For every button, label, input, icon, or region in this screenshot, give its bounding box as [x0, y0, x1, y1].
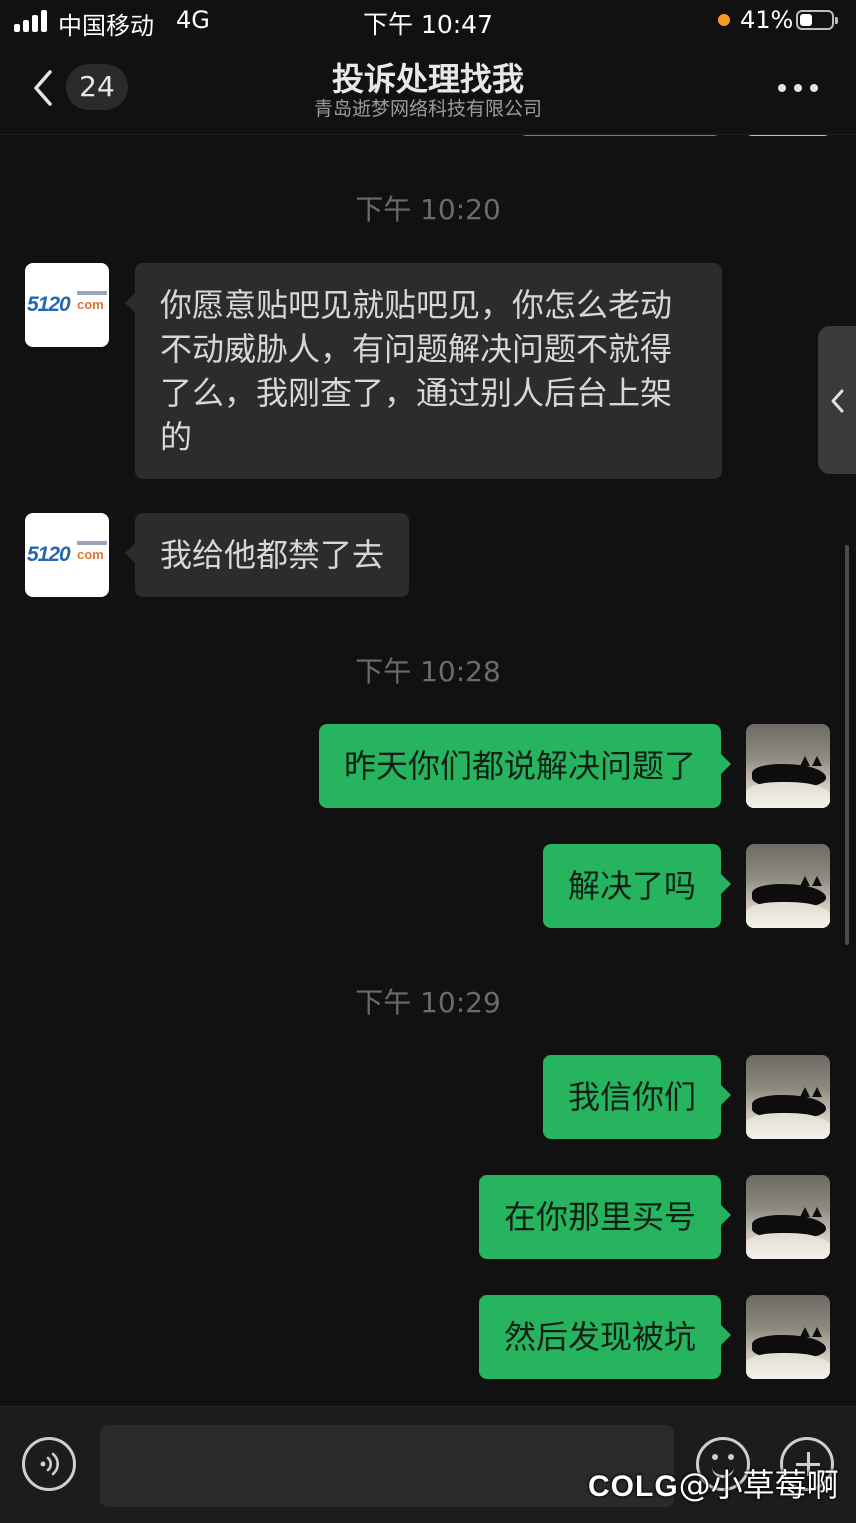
contact-logo: 5120: [27, 543, 71, 566]
watermark-brand: COLG: [588, 1470, 679, 1503]
scrollbar[interactable]: [845, 545, 849, 945]
voice-button[interactable]: [22, 1437, 76, 1491]
contact-avatar[interactable]: 5120 com: [25, 513, 109, 597]
user-avatar[interactable]: [746, 844, 830, 928]
battery-percent: 41%: [740, 6, 794, 34]
outgoing-message[interactable]: 我信你们: [542, 1055, 732, 1139]
watermark-user: @小草莓啊: [678, 1466, 839, 1504]
contact-logo-suffix: com: [77, 297, 104, 312]
chat-subtitle: 青岛逝梦网络科技有限公司: [313, 98, 542, 120]
outgoing-message[interactable]: 然后发现被坑: [478, 1295, 732, 1379]
contact-avatar[interactable]: 5120 com: [25, 263, 109, 347]
side-panel-handle[interactable]: [818, 326, 856, 474]
voice-icon: [40, 1452, 59, 1476]
outgoing-message[interactable]: 昨天你们都说解决问题了: [318, 724, 732, 808]
user-avatar[interactable]: [746, 1295, 830, 1379]
contact-logo-suffix: com: [77, 547, 104, 562]
user-avatar[interactable]: [746, 1055, 830, 1139]
timestamp: 下午 10:29: [355, 986, 501, 1019]
timestamp: 下午 10:28: [355, 655, 501, 688]
orange-dot-icon: [718, 14, 730, 26]
user-avatar[interactable]: [746, 724, 830, 808]
outgoing-message[interactable]: 解决了吗: [542, 844, 732, 928]
incoming-message[interactable]: 你愿意贴吧见就贴吧见，你怎么老动不动威胁人，有问题解决问题不就得了么，我刚查了，…: [125, 263, 722, 479]
outgoing-message[interactable]: 在你那里买号: [478, 1175, 732, 1259]
battery-icon: [796, 10, 838, 30]
status-bar: 中国移动 4G 下午 10:47 41%: [0, 0, 856, 44]
incoming-message[interactable]: 我给他都禁了去: [124, 513, 410, 597]
watermark: COLG@小草莓啊: [588, 1462, 839, 1508]
chevron-left-icon: [831, 389, 844, 413]
user-avatar[interactable]: [746, 1175, 830, 1259]
contact-logo: 5120: [27, 293, 71, 316]
timestamp: 下午 10:20: [355, 193, 501, 226]
chat-header: 24 投诉处理找我 青岛逝梦网络科技有限公司: [0, 44, 856, 135]
more-icon[interactable]: [776, 82, 820, 94]
battery-fill: [800, 14, 812, 26]
